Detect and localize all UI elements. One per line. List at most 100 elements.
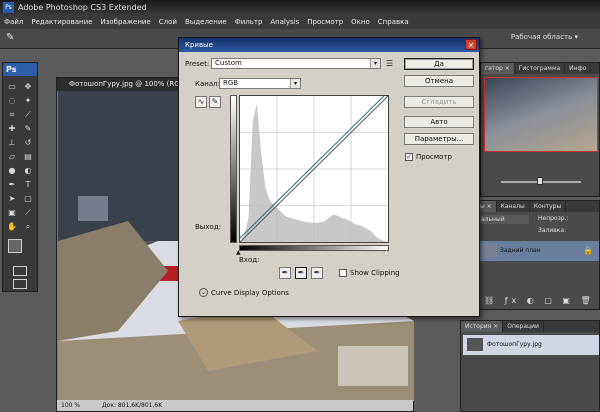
channel-label: Канал:: [195, 80, 220, 88]
quick-mask-icon[interactable]: [13, 266, 27, 276]
magic-wand-icon[interactable]: ✦: [22, 95, 34, 106]
tab-paths[interactable]: Контуры: [530, 201, 567, 212]
stamp-tool-icon[interactable]: ⊥: [6, 137, 18, 148]
navigator-thumbnail[interactable]: [484, 77, 598, 152]
layer-thumbnail: [481, 244, 497, 258]
channel-value: RGB: [223, 79, 239, 87]
lasso-tool-icon[interactable]: ◌: [6, 95, 18, 106]
menu-filter[interactable]: Фильтр: [231, 15, 267, 29]
type-tool-icon[interactable]: T: [22, 179, 34, 190]
shape-tool-icon[interactable]: ▢: [22, 193, 34, 204]
preset-options-icon[interactable]: ☰: [386, 59, 393, 68]
tab-navigator[interactable]: гатор ×: [481, 63, 515, 74]
slice-tool-icon[interactable]: ⟋: [22, 109, 34, 120]
options-button[interactable]: Параметры...: [404, 133, 474, 145]
history-brush-icon[interactable]: ↺: [22, 137, 34, 148]
photoshop-logo: Ps: [3, 2, 14, 13]
screen-mode-icon[interactable]: [13, 279, 27, 289]
navigator-tabs: гатор × Гистограмма Инфо: [481, 63, 599, 74]
chevron-down-icon: ▾: [290, 79, 300, 88]
menu-edit[interactable]: Редактирование: [27, 15, 96, 29]
blend-mode-select[interactable]: альный: [479, 215, 529, 224]
input-label: Вход:: [239, 256, 260, 264]
preview-checkbox[interactable]: ✓: [405, 153, 413, 161]
menu-layer[interactable]: Слой: [155, 15, 181, 29]
window-title-bar: Ps Adobe Photoshop CS3 Extended: [0, 0, 600, 15]
curve-edit-icon[interactable]: ∿: [195, 96, 207, 108]
marquee-tool-icon[interactable]: ▭: [6, 81, 18, 92]
preset-value: Custom: [215, 59, 242, 67]
crop-tool-icon[interactable]: ⌗: [6, 109, 18, 120]
tab-actions[interactable]: Операции: [503, 321, 544, 332]
layers-tabs: ы × Каналы Контуры: [476, 201, 599, 212]
menu-file[interactable]: Файл: [0, 15, 27, 29]
menu-view[interactable]: Просмотр: [303, 15, 347, 29]
history-snapshot-thumbnail: [467, 338, 483, 351]
output-gradient-bar: [230, 95, 237, 243]
layer-row[interactable]: Задний план 🔒: [478, 241, 599, 261]
ok-button[interactable]: Да: [404, 58, 474, 70]
menu-bar: Файл Редактирование Изображение Слой Выд…: [0, 15, 600, 29]
menu-select[interactable]: Выделение: [181, 15, 231, 29]
foreground-color-swatch[interactable]: [8, 239, 22, 253]
menu-window[interactable]: Окно: [347, 15, 374, 29]
toolbox: Ps ▭ ✥ ◌ ✦ ⌗ ⟋ ✚ ✎ ⊥ ↺ ▱ ▤ ● ◐ ✒ T ➤ ▢ ▣…: [2, 62, 38, 292]
history-item-label: ФотошопГуру.jpg: [487, 341, 542, 348]
white-point-slider[interactable]: ▲: [384, 249, 389, 256]
navigator-panel: гатор × Гистограмма Инфо: [480, 62, 600, 197]
gradient-tool-icon[interactable]: ▤: [22, 151, 34, 162]
eraser-tool-icon[interactable]: ▱: [6, 151, 18, 162]
move-tool-icon[interactable]: ✥: [22, 81, 34, 92]
black-eyedropper-icon[interactable]: ✒: [279, 267, 291, 279]
menu-analysis[interactable]: Analysis: [266, 15, 303, 29]
blur-tool-icon[interactable]: ●: [6, 165, 18, 176]
notes-tool-icon[interactable]: ▣: [6, 207, 18, 218]
auto-button[interactable]: Авто: [404, 116, 474, 128]
tab-history[interactable]: История ×: [461, 321, 504, 332]
layer-actions-icons[interactable]: ⛓ ƒx ◐ ▢ ▣ 🗑: [484, 296, 595, 305]
history-panel: История × Операции ФотошопГуру.jpg: [460, 320, 600, 412]
preview-label: Просмотр: [416, 153, 452, 161]
toolbox-logo: Ps: [3, 63, 37, 76]
eyedropper-tool-icon[interactable]: ✎: [6, 32, 14, 43]
history-item[interactable]: ФотошопГуру.jpg: [463, 335, 599, 355]
white-eyedropper-icon[interactable]: ✒: [311, 267, 323, 279]
document-size: Док: 801,6K/801,6K: [101, 402, 163, 409]
zoom-slider-handle[interactable]: [537, 177, 543, 185]
curves-dialog: Кривые ✕ Preset: Custom ▾ ☰ Канал: RGB ▾…: [178, 37, 480, 317]
input-gradient-bar: [239, 245, 389, 251]
dodge-tool-icon[interactable]: ◐: [22, 165, 34, 176]
black-point-slider[interactable]: ▲: [236, 249, 241, 256]
curves-graph[interactable]: [235, 95, 389, 243]
channel-select[interactable]: RGB ▾: [219, 78, 301, 89]
show-clipping-checkbox[interactable]: [339, 269, 347, 277]
zoom-level[interactable]: 100 %: [61, 402, 80, 409]
history-tabs: История × Операции: [461, 321, 599, 332]
path-select-icon[interactable]: ➤: [6, 193, 18, 204]
zoom-tool-icon[interactable]: ⌕: [22, 221, 34, 232]
gray-eyedropper-icon[interactable]: ✒: [295, 267, 307, 279]
pencil-draw-icon[interactable]: ✎: [209, 96, 221, 108]
hand-tool-icon[interactable]: ✋: [6, 221, 18, 232]
menu-image[interactable]: Изображение: [96, 15, 154, 29]
preset-select[interactable]: Custom ▾: [211, 58, 381, 69]
curve-display-options-label[interactable]: Curve Display Options: [211, 289, 289, 297]
healing-brush-icon[interactable]: ✚: [6, 123, 18, 134]
pen-tool-icon[interactable]: ✒: [6, 179, 18, 190]
cancel-button[interactable]: Отмена: [404, 75, 474, 87]
show-clipping-label: Show Clipping: [350, 269, 400, 277]
tab-info[interactable]: Инфо: [565, 63, 592, 74]
tab-histogram[interactable]: Гистограмма: [515, 63, 566, 74]
workspace-menu[interactable]: Рабочая область ▾: [511, 33, 578, 41]
tab-channels[interactable]: Каналы: [497, 201, 530, 212]
eyedropper-icon[interactable]: ⟋: [22, 207, 34, 218]
smooth-button[interactable]: Сгладить: [404, 96, 474, 108]
output-label: Выход:: [195, 223, 221, 231]
close-icon[interactable]: ✕: [465, 39, 477, 50]
expand-options-icon[interactable]: ⌄: [199, 288, 208, 297]
curves-chart[interactable]: [235, 95, 389, 243]
brush-tool-icon[interactable]: ✎: [22, 123, 34, 134]
curves-dialog-title: Кривые: [179, 38, 479, 52]
opacity-label: Непрозр.:: [538, 215, 569, 222]
menu-help[interactable]: Справка: [374, 15, 413, 29]
